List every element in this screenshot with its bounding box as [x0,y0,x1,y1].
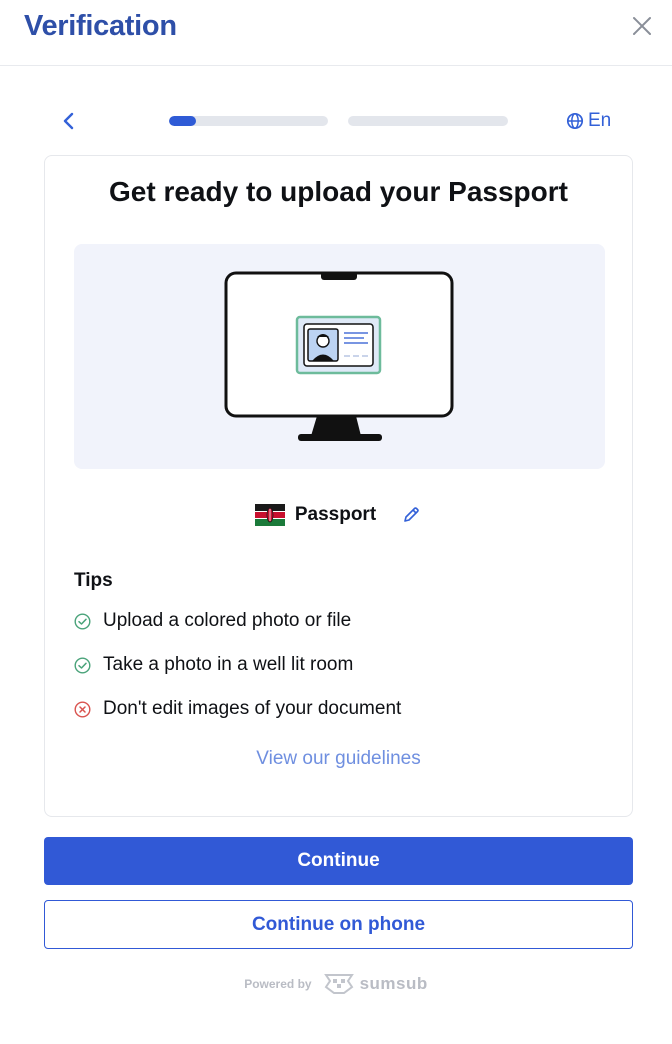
sumsub-logo-icon [323,974,354,994]
check-circle-icon [74,656,91,674]
edit-document-button[interactable] [400,504,422,526]
pencil-icon [404,507,419,522]
document-card: Get ready to upload your Passport Passpo… [44,155,633,817]
page-title: Verification [24,10,177,42]
step-navigation: En [0,100,672,142]
globe-icon [566,112,584,130]
language-selector[interactable]: En [566,108,611,134]
powered-by-footer: Powered by sumsub [0,968,672,1000]
step-progress-1-fill [169,116,197,126]
selected-document: Passport [45,498,632,532]
kenya-flag-icon [254,504,285,526]
card-title: Get ready to upload your Passport [109,176,568,207]
tip-text: Take a photo in a well lit room [103,654,354,675]
tip-text: Don't edit images of your document [103,698,402,719]
view-guidelines-link[interactable]: View our guidelines [45,748,632,770]
tip-item: Upload a colored photo or file [74,607,351,635]
document-type-label: Passport [294,504,377,525]
continue-on-phone-button[interactable]: Continue on phone [44,900,633,949]
tip-text: Upload a colored photo or file [103,610,352,631]
brand-name: sumsub [359,974,428,993]
tip-item: Take a photo in a well lit room [74,651,353,679]
close-icon [633,17,651,35]
header: Verification [0,0,672,66]
powered-by-label: Powered by [244,977,312,991]
tip-item: Don't edit images of your document [74,695,401,723]
chevron-left-icon [63,112,74,130]
language-label: En [588,110,612,131]
step-progress-2 [348,116,508,126]
check-circle-icon [74,612,91,630]
monitor-passport-illustration [74,244,605,469]
x-circle-icon [74,700,91,718]
step-progress-1 [169,116,328,126]
continue-button[interactable]: Continue [44,837,633,885]
tips-heading: Tips [74,570,113,591]
close-button[interactable] [628,12,656,40]
back-button[interactable] [56,108,82,134]
